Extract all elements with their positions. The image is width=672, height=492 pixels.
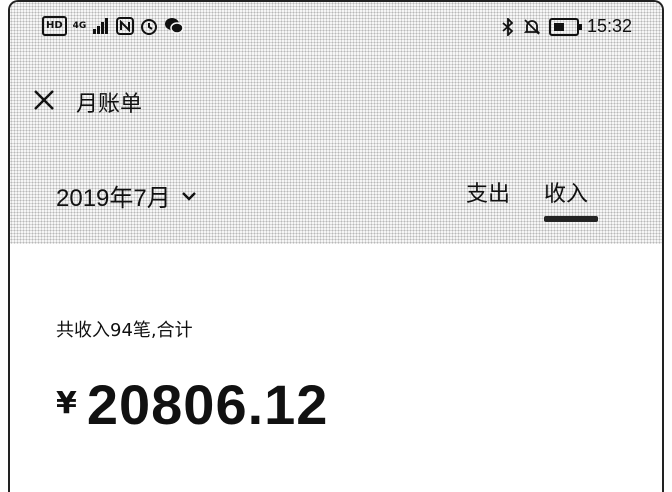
income-summary-text: 共收入94笔,合计	[56, 320, 193, 341]
signal-icon	[93, 18, 109, 34]
tab-income[interactable]: 收入	[544, 176, 588, 208]
network-badge: 4G	[72, 21, 87, 31]
wechat-icon	[165, 18, 185, 34]
status-right: 15:32	[501, 16, 632, 37]
bluetooth-icon	[502, 17, 514, 36]
income-total: ¥ 20806.12	[56, 372, 328, 437]
status-bar: HD 4G 15:32	[10, 2, 662, 54]
status-time: 15:32	[586, 16, 632, 36]
title-bar: 月账单	[10, 54, 662, 142]
phone-screen: HD 4G 15:32 月账单 2019年7月 支出 收入 共收入94笔,合计 …	[8, 0, 664, 492]
status-left: HD 4G	[42, 16, 185, 36]
currency-symbol: ¥	[56, 386, 77, 421]
close-icon[interactable]	[30, 86, 58, 114]
page-title: 月账单	[76, 92, 143, 117]
total-amount: 20806.12	[86, 373, 329, 436]
battery-icon	[548, 17, 582, 36]
summary-panel: 共收入94笔,合计 ¥ 20806.12	[10, 244, 662, 492]
nfc-icon	[116, 17, 135, 35]
alarm-icon	[141, 19, 158, 35]
mute-bell-icon	[523, 18, 541, 35]
active-tab-indicator	[544, 216, 598, 222]
tab-expense[interactable]: 支出	[466, 176, 510, 208]
hd-badge: HD	[42, 16, 67, 36]
chevron-down-icon	[181, 191, 196, 201]
month-tab-row: 2019年7月 支出 收入	[10, 142, 662, 244]
month-label: 2019年7月	[56, 185, 171, 212]
month-selector[interactable]: 2019年7月	[56, 178, 197, 213]
